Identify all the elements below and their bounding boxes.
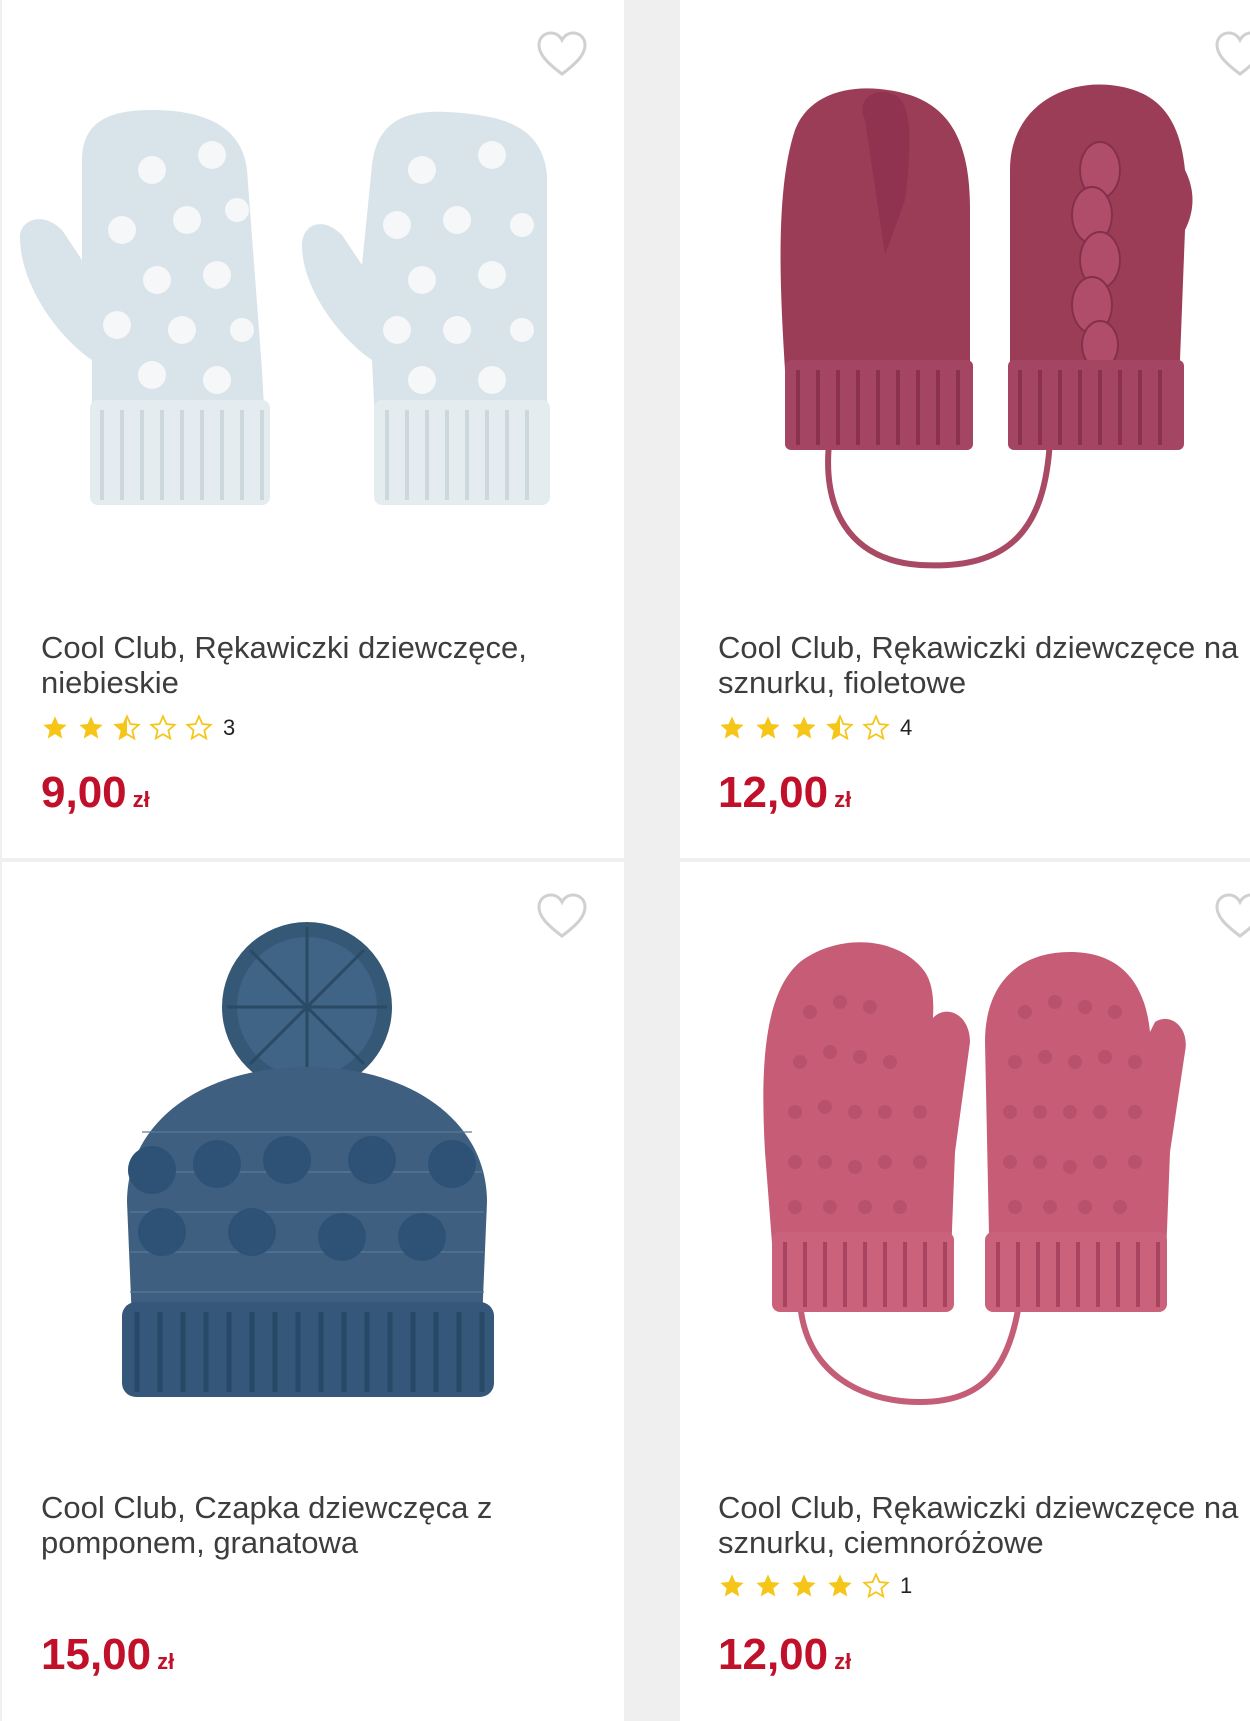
price-value: 12,00 — [718, 768, 829, 817]
price-currency: zł — [157, 1649, 175, 1674]
product-card[interactable]: Cool Club, Rękawiczki dziewczęce, niebie… — [2, 0, 624, 858]
star-full-icon — [720, 716, 744, 739]
product-title[interactable]: Cool Club, Rękawiczki dziewczęce na sznu… — [718, 1490, 1250, 1560]
star-full-icon — [828, 1574, 852, 1597]
product-rating: 3 — [41, 714, 235, 742]
star-full-icon — [792, 1574, 816, 1597]
star-full-icon — [792, 716, 816, 739]
price-currency: zł — [834, 1649, 852, 1674]
star-empty-icon — [862, 714, 890, 741]
product-price: 12,00 zł — [718, 1630, 851, 1687]
star-full-icon — [720, 1574, 744, 1597]
star-full-icon — [756, 716, 780, 739]
product-title[interactable]: Cool Club, Czapka dziewczęca z pomponem,… — [41, 1490, 586, 1560]
product-card[interactable]: Cool Club, Rękawiczki dziewczęce na sznu… — [680, 862, 1250, 1721]
star-empty-icon — [149, 714, 177, 741]
star-full-icon — [43, 716, 67, 739]
star-full-icon — [79, 716, 103, 739]
product-rating: 4 — [718, 714, 912, 742]
rating-count: 1 — [900, 1573, 913, 1598]
product-rating: 1 — [718, 1572, 912, 1600]
star-empty-icon — [185, 714, 213, 741]
star-half-icon — [113, 714, 141, 741]
price-currency: zł — [834, 787, 852, 812]
rating-count: 4 — [900, 715, 913, 740]
star-half-icon — [826, 714, 854, 741]
product-grid: Cool Club, Rękawiczki dziewczęce, niebie… — [0, 0, 1250, 1721]
product-price: 12,00 zł — [718, 768, 851, 825]
plum-mittens-image[interactable] — [680, 40, 1250, 580]
product-card[interactable]: Cool Club, Czapka dziewczęca z pomponem,… — [2, 862, 624, 1721]
product-price: 9,00 zł — [41, 768, 150, 825]
product-price: 15,00 zł — [41, 1630, 174, 1687]
dark-pink-mittens-image[interactable] — [680, 902, 1250, 1442]
product-title[interactable]: Cool Club, Rękawiczki dziewczęce, niebie… — [41, 630, 586, 700]
product-title[interactable]: Cool Club, Rękawiczki dziewczęce na sznu… — [718, 630, 1250, 700]
price-value: 9,00 — [41, 768, 127, 817]
rating-count: 3 — [223, 715, 236, 740]
star-full-icon — [756, 1574, 780, 1597]
price-value: 15,00 — [41, 1630, 152, 1679]
product-card[interactable]: Cool Club, Rękawiczki dziewczęce na sznu… — [680, 0, 1250, 858]
light-blue-mittens-image[interactable] — [2, 40, 624, 580]
price-currency: zł — [132, 787, 150, 812]
star-empty-icon — [862, 1572, 890, 1599]
navy-pompom-hat-image[interactable] — [2, 902, 624, 1442]
price-value: 12,00 — [718, 1630, 829, 1679]
